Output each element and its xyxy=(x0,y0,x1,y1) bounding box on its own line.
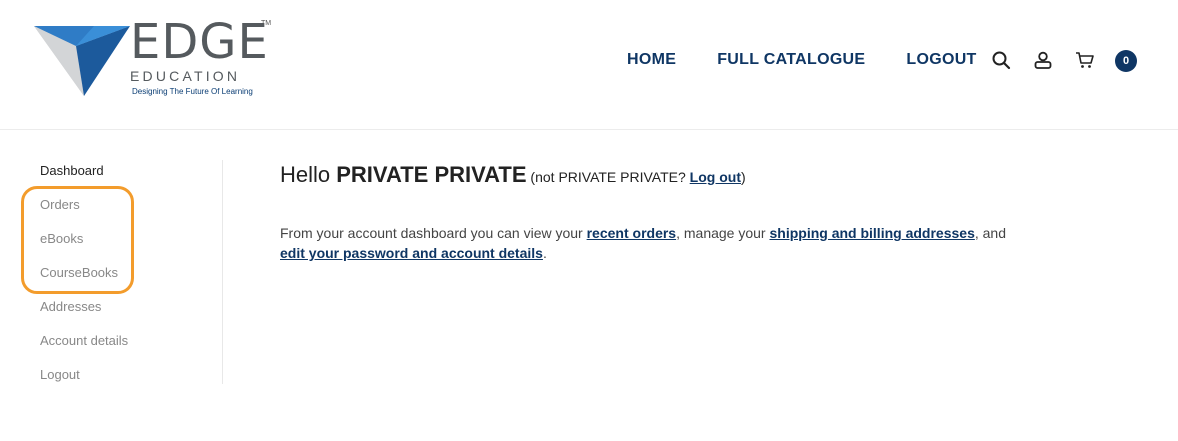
nav-logout[interactable]: LOGOUT xyxy=(906,51,976,69)
logo-trademark: TM xyxy=(261,20,272,27)
recent-orders-link[interactable]: recent orders xyxy=(587,225,676,241)
greeting-username: PRIVATE PRIVATE xyxy=(336,162,527,187)
greeting-not-username: PRIVATE PRIVATE xyxy=(558,169,678,185)
sidebar-item-logout[interactable]: Logout xyxy=(40,367,80,382)
account-greeting: Hello PRIVATE PRIVATE (not PRIVATE PRIVA… xyxy=(280,162,746,188)
greeting-hello: Hello xyxy=(280,162,337,187)
user-icon[interactable] xyxy=(1033,50,1053,70)
sidebar-item-dashboard[interactable]: Dashboard xyxy=(40,163,104,178)
desc-text-1: From your account dashboard you can view… xyxy=(280,225,587,241)
greeting-close: ) xyxy=(740,169,746,185)
desc-text-3: , and xyxy=(974,225,1006,241)
desc-text-2: , manage your xyxy=(676,225,770,241)
greeting-question: ? xyxy=(677,169,690,185)
logo-subtitle: EDUCATION xyxy=(130,68,241,84)
greeting-not-open: (not xyxy=(526,169,559,185)
account-details-link[interactable]: edit your password and account details xyxy=(280,245,543,261)
site-header: EDGE TM EDUCATION Designing The Future O… xyxy=(0,0,1178,130)
logo-tagline: Designing The Future Of Learning xyxy=(132,87,253,96)
main-nav: HOME FULL CATALOGUE LOGOUT xyxy=(627,51,977,69)
nav-full-catalogue[interactable]: FULL CATALOGUE xyxy=(717,51,865,69)
orange-highlight-annotation xyxy=(21,186,134,294)
edge-education-logo[interactable]: EDGE TM EDUCATION Designing The Future O… xyxy=(34,14,274,100)
greeting-logout-link[interactable]: Log out xyxy=(690,169,741,185)
desc-text-4: . xyxy=(542,245,547,261)
cart-icon[interactable] xyxy=(1075,50,1095,70)
cart-count-badge[interactable]: 0 xyxy=(1115,50,1137,72)
dashboard-description: From your account dashboard you can view… xyxy=(280,223,1040,263)
addresses-link[interactable]: shipping and billing addresses xyxy=(769,225,974,241)
logo-wordmark: EDGE xyxy=(130,14,269,70)
nav-home[interactable]: HOME xyxy=(627,51,676,69)
sidebar-item-addresses[interactable]: Addresses xyxy=(40,299,101,314)
search-icon[interactable] xyxy=(991,50,1011,70)
logo-triangle-icon xyxy=(34,26,130,96)
sidebar-item-account-details[interactable]: Account details xyxy=(40,333,128,348)
